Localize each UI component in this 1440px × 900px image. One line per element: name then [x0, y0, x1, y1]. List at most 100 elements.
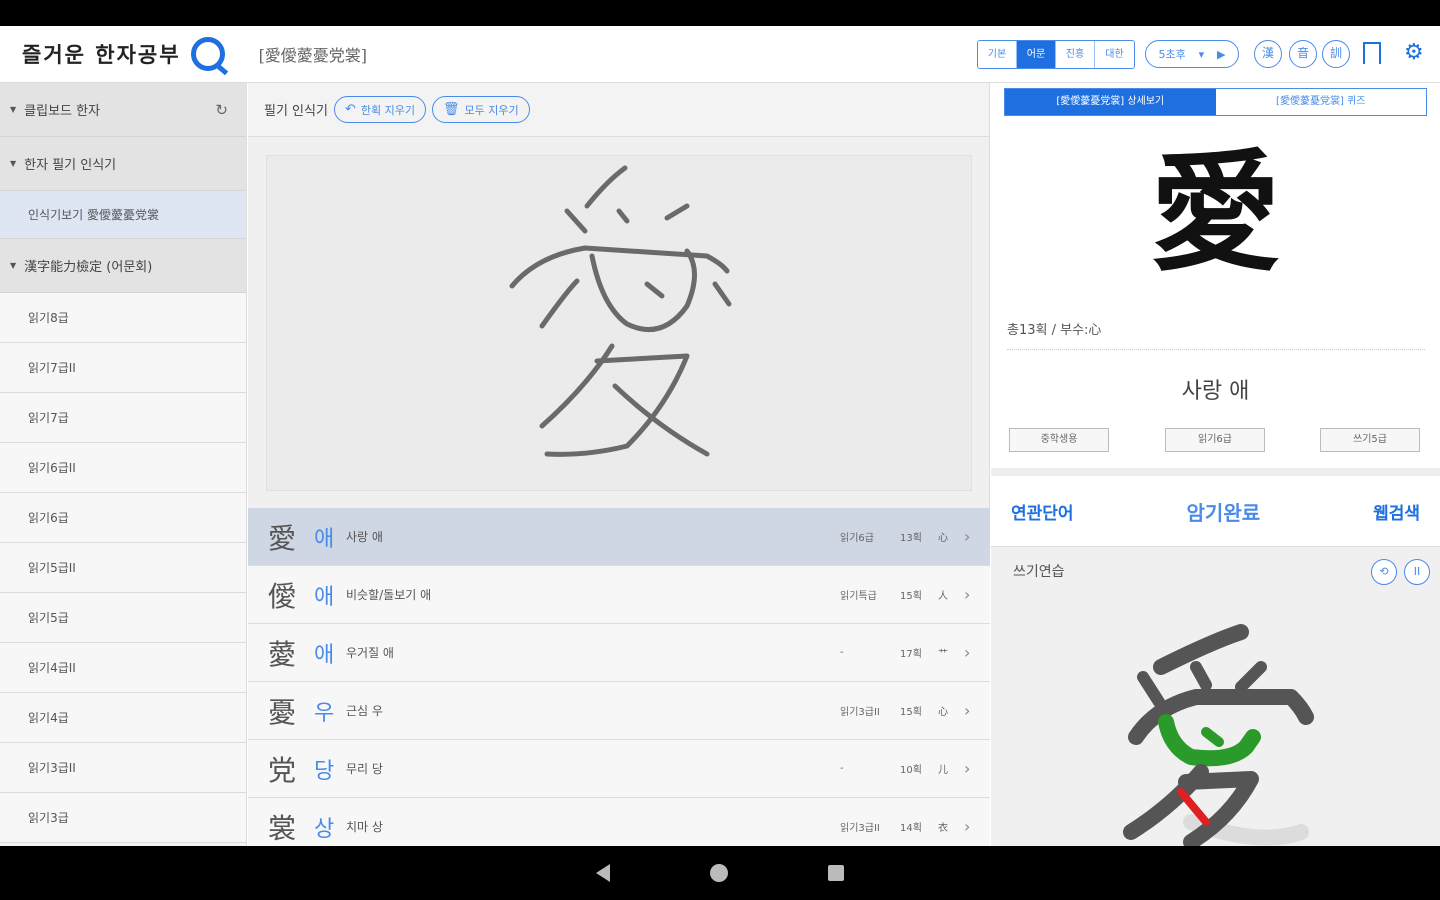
- clear-all-button[interactable]: 🗑 모두 지우기: [431, 96, 530, 123]
- mode-jinheung[interactable]: 진흥: [1056, 41, 1095, 68]
- app-logo[interactable]: 즐거운 한자공부: [22, 37, 225, 71]
- chevron-right-icon: ›: [964, 817, 971, 836]
- sidebar-item-level[interactable]: 읽기3급: [0, 793, 246, 843]
- candidate-grade: 읽기6급: [840, 533, 874, 544]
- sidebar-item-exam[interactable]: ▼ 漢字能力檢定 (어문회): [0, 239, 246, 293]
- candidate-hanja: 愛: [268, 521, 297, 555]
- status-bar: [0, 0, 1440, 26]
- candidate-meaning: 비슷할/돌보기 애: [346, 588, 432, 602]
- candidate-radical: 心: [938, 707, 948, 718]
- sidebar-item-level[interactable]: 읽기8급: [0, 293, 246, 343]
- candidate-row[interactable]: 僾 애 비슷할/돌보기 애 읽기특급 15획 人 ›: [248, 566, 990, 624]
- candidate-strokes: 15획: [900, 591, 922, 602]
- mode-basic[interactable]: 기본: [978, 41, 1017, 68]
- candidate-strokes: 15획: [900, 707, 922, 718]
- app-title: 즐거운 한자공부: [22, 43, 181, 67]
- candidate-strokes: 14획: [900, 823, 922, 834]
- candidate-reading: 애: [314, 584, 335, 610]
- play-icon[interactable]: ▶: [1217, 48, 1225, 61]
- gear-icon[interactable]: ⚙: [1404, 42, 1424, 64]
- chevron-right-icon: ›: [964, 759, 971, 778]
- writing-practice: 쓰기연습 ⟲ II: [991, 546, 1440, 847]
- candidate-hanja: 裳: [268, 811, 297, 845]
- system-nav-bar: [0, 846, 1440, 900]
- candidate-row[interactable]: 薆 애 우거질 애 - 17획 艹 ›: [248, 624, 990, 682]
- candidate-strokes: 10획: [900, 765, 922, 776]
- sidebar: ▼ 클립보드 한자 ↻ ▼ 한자 필기 인식기 인식기보기 愛僾薆憂党裳 ▼ 漢…: [0, 83, 247, 846]
- bookmark-icon[interactable]: [1363, 42, 1381, 65]
- detail-panel: [愛僾薆憂党裳] 상세보기 [愛僾薆憂党裳] 퀴즈 愛 총13획 / 부수:心 …: [991, 83, 1440, 847]
- candidate-meaning: 치마 상: [346, 820, 383, 834]
- divider: [1007, 349, 1425, 350]
- home-icon[interactable]: [710, 864, 728, 882]
- mode-daehan[interactable]: 대한: [1095, 41, 1134, 68]
- candidate-radical: 心: [938, 533, 948, 544]
- speed-label: 5초후: [1158, 48, 1186, 61]
- candidate-grade: -: [840, 647, 844, 658]
- candidate-row[interactable]: 愛 애 사랑 애 읽기6급 13획 心 ›: [248, 508, 990, 566]
- refresh-icon[interactable]: ↻: [215, 101, 228, 119]
- meaning-toggle-button[interactable]: 訓: [1322, 40, 1350, 68]
- candidate-grade: 읽기3급II: [840, 823, 880, 834]
- sound-toggle-button[interactable]: 音: [1289, 40, 1317, 68]
- sidebar-item-label: 한자 필기 인식기: [24, 158, 117, 173]
- web-search-link[interactable]: 웹검색: [1373, 499, 1420, 524]
- sidebar-item-level[interactable]: 읽기7급: [0, 393, 246, 443]
- recognizer-toolbar: 필기 인식기 ↶ 한획 지우기 🗑 모두 지우기: [248, 83, 989, 137]
- clear-label: 모두 지우기: [464, 103, 519, 117]
- candidate-reading: 당: [314, 758, 335, 784]
- toolbar-label: 필기 인식기: [264, 104, 328, 119]
- level-badge[interactable]: 쓰기5급: [1320, 428, 1420, 452]
- handwriting-strokes: [509, 165, 732, 457]
- sidebar-item-recognizer-view[interactable]: 인식기보기 愛僾薆憂党裳: [0, 191, 246, 239]
- sidebar-item-recognizer[interactable]: ▼ 한자 필기 인식기: [0, 137, 246, 191]
- candidate-hanja: 憂: [268, 695, 297, 729]
- detail-hanja: 愛: [1150, 136, 1281, 289]
- tab-quiz[interactable]: [愛僾薆憂党裳] 퀴즈: [1215, 89, 1426, 115]
- undo-label: 한획 지우기: [360, 103, 415, 117]
- related-words-link[interactable]: 연관단어: [1011, 499, 1074, 524]
- back-icon[interactable]: [596, 864, 610, 882]
- sidebar-item-level[interactable]: 읽기4급II: [0, 643, 246, 693]
- trash-icon: 🗑: [442, 102, 460, 117]
- chevron-right-icon: ›: [964, 643, 971, 662]
- candidate-hanja: 薆: [268, 637, 297, 671]
- hanja-toggle-button[interactable]: 漢: [1254, 40, 1282, 68]
- recent-apps-icon[interactable]: [828, 865, 844, 881]
- level-badge[interactable]: 중학생용: [1009, 428, 1109, 452]
- candidate-row[interactable]: 党 당 무리 당 - 10획 儿 ›: [248, 740, 990, 798]
- detail-tabs: [愛僾薆憂党裳] 상세보기 [愛僾薆憂党裳] 퀴즈: [1004, 88, 1427, 116]
- candidate-row[interactable]: 憂 우 근심 우 읽기3급II 15획 心 ›: [248, 682, 990, 740]
- divider: [991, 468, 1440, 476]
- undo-stroke-button[interactable]: ↶ 한획 지우기: [333, 96, 426, 123]
- tab-detail[interactable]: [愛僾薆憂党裳] 상세보기: [1005, 89, 1216, 115]
- candidate-radical: 人: [938, 591, 948, 602]
- candidate-radical: 衣: [938, 823, 948, 834]
- triangle-icon: ▼: [10, 159, 17, 168]
- recognized-chars: [愛僾薆憂党裳]: [258, 46, 368, 65]
- memorized-button[interactable]: 암기완료: [1187, 497, 1261, 526]
- candidate-grade: -: [840, 763, 844, 774]
- candidate-list: 愛 애 사랑 애 읽기6급 13획 心 › 僾 애 비슷할/돌보기 애 읽기특급…: [248, 508, 990, 856]
- handwriting-canvas[interactable]: [266, 155, 972, 491]
- candidate-meaning: 우거질 애: [346, 646, 394, 660]
- sidebar-item-level[interactable]: 읽기3급II: [0, 743, 246, 793]
- candidate-hanja: 党: [268, 753, 297, 787]
- sidebar-item-label: 클립보드 한자: [24, 104, 101, 119]
- level-badge[interactable]: 읽기6급: [1165, 428, 1265, 452]
- sidebar-item-level[interactable]: 읽기6급II: [0, 443, 246, 493]
- mode-selector: 기본 어문 진흥 대한: [977, 40, 1135, 69]
- app-window: 즐거운 한자공부 [愛僾薆憂党裳] 기본 어문 진흥 대한 5초후 ▾ ▶ 漢 …: [0, 26, 1440, 856]
- sidebar-item-level[interactable]: 읽기4급: [0, 693, 246, 743]
- candidate-radical: 艹: [938, 649, 948, 660]
- detail-meaning: 사랑 애: [1181, 379, 1250, 404]
- autoplay-speed-selector[interactable]: 5초후 ▾ ▶: [1145, 40, 1239, 68]
- sidebar-item-level[interactable]: 읽기5급II: [0, 543, 246, 593]
- sidebar-item-level[interactable]: 읽기5급: [0, 593, 246, 643]
- sidebar-item-level[interactable]: 읽기7급II: [0, 343, 246, 393]
- sidebar-item-clipboard[interactable]: ▼ 클립보드 한자 ↻: [0, 83, 246, 137]
- sidebar-item-level[interactable]: 읽기6급: [0, 493, 246, 543]
- sidebar-item-label: 漢字能力檢定 (어문회): [24, 260, 153, 275]
- candidate-hanja: 僾: [268, 579, 297, 613]
- mode-eomun[interactable]: 어문: [1017, 41, 1056, 68]
